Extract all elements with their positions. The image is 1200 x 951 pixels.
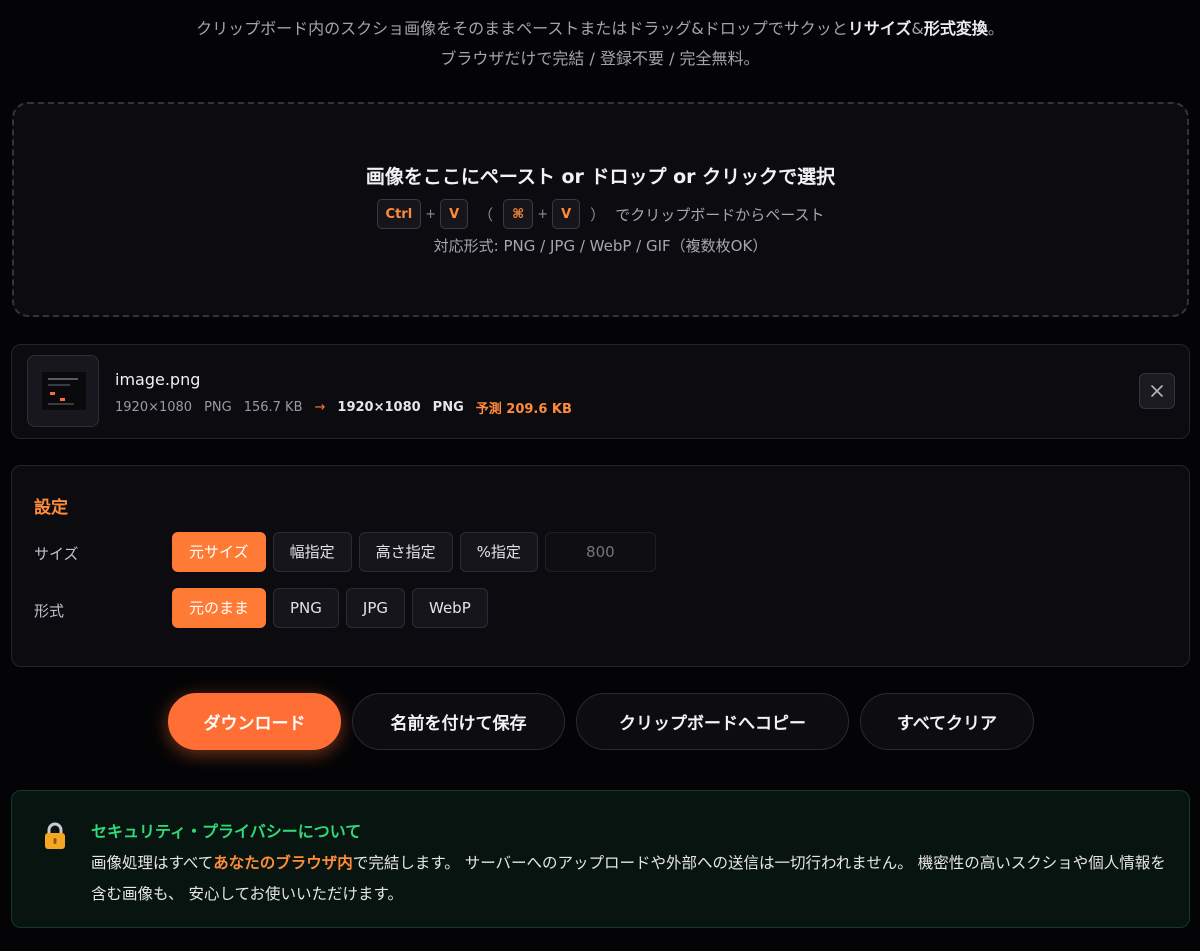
source-format: PNG — [204, 400, 232, 415]
format-webp-button[interactable]: WebP — [412, 588, 488, 628]
estimated-size: 予測 209.6 KB — [475, 402, 572, 417]
image-thumbnail — [27, 355, 99, 427]
paren-open: （ — [478, 205, 494, 224]
intro-line-1-text: クリップボード内のスクショ画像をそのままペーストまたはドラッグ&ドロップでサクッ… — [196, 19, 848, 38]
source-dimensions: 1920×1080 — [115, 400, 193, 415]
key-v: V — [440, 199, 469, 229]
source-size: 156.7 KB — [243, 400, 303, 415]
clear-all-button[interactable]: すべてクリア — [860, 693, 1034, 750]
output-format: PNG — [432, 400, 464, 415]
settings-panel: 設定 サイズ 元サイズ 幅指定 高さ指定 %指定 形式 元のまま PNG JPG… — [11, 465, 1190, 667]
security-body: 画像処理はすべてあなたのブラウザ内で完結します。 サーバーへのアップロードや外部… — [91, 848, 1176, 910]
command-key-icon: ⌘ — [503, 199, 534, 229]
close-icon — [1151, 385, 1163, 397]
paste-suffix: でクリップボードからペースト — [615, 205, 825, 224]
action-buttons: ダウンロード 名前を付けて保存 クリップボードへコピー すべてクリア — [168, 693, 1034, 750]
security-highlight: あなたのブラウザ内 — [213, 854, 353, 872]
dropzone[interactable]: 画像をここにペースト or ドロップ or クリックで選択 Ctrl + V （… — [12, 102, 1189, 317]
size-value-input[interactable] — [544, 532, 656, 572]
copy-to-clipboard-button[interactable]: クリップボードへコピー — [576, 693, 849, 750]
file-card: image.png 1920×1080 PNG 156.7 KB → 1920×… — [11, 344, 1190, 439]
size-width-button[interactable]: 幅指定 — [272, 532, 352, 572]
intro-line-1: クリップボード内のスクショ画像をそのままペーストまたはドラッグ&ドロップでサクッ… — [0, 14, 1200, 44]
remove-file-button[interactable] — [1139, 373, 1175, 409]
arrow-right-icon: → — [314, 400, 326, 415]
security-body-text: 画像処理はすべて — [91, 854, 214, 872]
format-jpg-button[interactable]: JPG — [345, 588, 405, 628]
intro-line-2: ブラウザだけで完結 / 登録不要 / 完全無料。 — [440, 49, 760, 68]
key-ctrl: Ctrl — [376, 199, 422, 229]
intro-text: クリップボード内のスクショ画像をそのままペーストまたはドラッグ&ドロップでサクッ… — [0, 14, 1200, 74]
size-height-button[interactable]: 高さ指定 — [358, 532, 453, 572]
intro-highlight-resize: リサイズ — [847, 19, 912, 38]
key-plus: + — [425, 206, 437, 222]
size-label: サイズ — [34, 545, 79, 563]
file-name: image.png — [115, 370, 201, 389]
intro-ampersand: & — [911, 19, 924, 38]
size-options: 元サイズ 幅指定 高さ指定 %指定 — [172, 532, 656, 572]
paren-close: ） — [590, 205, 606, 224]
key-v: V — [552, 199, 581, 229]
size-percent-button[interactable]: %指定 — [459, 532, 538, 572]
file-meta: 1920×1080 PNG 156.7 KB → 1920×1080 PNG 予… — [115, 398, 572, 417]
download-button[interactable]: ダウンロード — [168, 693, 341, 750]
save-as-button[interactable]: 名前を付けて保存 — [352, 693, 565, 750]
format-png-button[interactable]: PNG — [273, 588, 339, 628]
format-original-button[interactable]: 元のまま — [172, 588, 267, 628]
dropzone-paste-hint: Ctrl + V （ ⌘ + V ） でクリップボードからペースト — [14, 199, 1187, 229]
security-notice: セキュリティ・プライバシーについて 画像処理はすべてあなたのブラウザ内で完結しま… — [11, 790, 1190, 928]
key-plus: + — [537, 206, 549, 222]
settings-title: 設定 — [34, 498, 68, 518]
format-label: 形式 — [34, 602, 65, 620]
output-dimensions: 1920×1080 — [337, 400, 421, 415]
lock-icon — [45, 822, 65, 849]
security-title: セキュリティ・プライバシーについて — [91, 822, 362, 841]
intro-period: 。 — [987, 19, 1004, 38]
format-options: 元のまま PNG JPG WebP — [172, 588, 488, 628]
intro-highlight-convert: 形式変換 — [923, 19, 988, 38]
dropzone-title: 画像をここにペースト or ドロップ or クリックで選択 — [365, 166, 836, 188]
size-original-button[interactable]: 元サイズ — [172, 532, 266, 572]
supported-formats: 対応形式: PNG / JPG / WebP / GIF（複数枚OK） — [433, 237, 768, 255]
